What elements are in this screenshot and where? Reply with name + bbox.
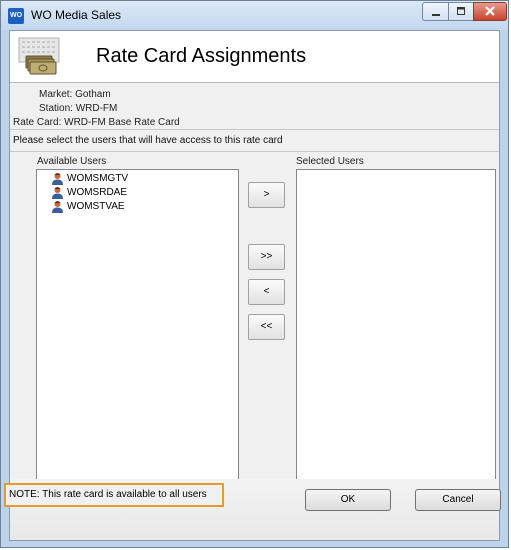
user-icon — [52, 187, 63, 199]
instruction-text: Please select the users that will have a… — [13, 135, 283, 146]
minimize-icon — [431, 14, 440, 16]
remove-all-users-button[interactable]: << — [248, 314, 285, 340]
ok-button[interactable]: OK — [305, 489, 391, 511]
available-users-list[interactable]: WOMSMGTV WOMSRDAE WOMSTVAE — [36, 169, 239, 497]
selected-users-list[interactable] — [296, 169, 496, 497]
available-users-label: Available Users — [37, 156, 107, 167]
dialog-header: Rate Card Assignments — [10, 31, 499, 83]
rate-card-label: Rate Card: WRD-FM Base Rate Card — [13, 117, 180, 128]
user-name: WOMSTVAE — [67, 201, 125, 212]
station-label: Station: WRD-FM — [39, 103, 118, 114]
add-user-button[interactable]: > — [248, 182, 285, 208]
add-all-users-button[interactable]: >> — [248, 244, 285, 270]
selected-users-label: Selected Users — [296, 156, 364, 167]
title-bar[interactable]: WO WO Media Sales — [1, 1, 508, 30]
rate-card-info: Market: Gotham Station: WRD-FM Rate Card… — [10, 83, 499, 130]
maximize-button[interactable] — [448, 2, 474, 21]
minimize-button[interactable] — [422, 2, 449, 21]
availability-note: NOTE: This rate card is available to all… — [4, 483, 224, 507]
app-logo-icon: WO — [8, 8, 24, 24]
dialog-window: WO WO Media Sales Rate Card Assignments … — [0, 0, 509, 548]
user-name: WOMSRDAE — [67, 187, 127, 198]
maximize-icon — [457, 7, 465, 15]
close-icon — [485, 6, 495, 16]
window-title: WO Media Sales — [31, 8, 122, 22]
user-name: WOMSMGTV — [67, 173, 129, 184]
close-button[interactable] — [473, 2, 507, 21]
money-stack-icon — [18, 37, 60, 75]
user-icon — [52, 201, 63, 213]
dialog-body: Rate Card Assignments Market: Gotham Sta… — [9, 30, 500, 541]
user-icon — [52, 173, 63, 185]
divider — [10, 151, 499, 152]
market-label: Market: Gotham — [39, 89, 111, 100]
page-title: Rate Card Assignments — [96, 45, 307, 67]
cancel-button[interactable]: Cancel — [415, 489, 501, 511]
remove-user-button[interactable]: < — [248, 279, 285, 305]
